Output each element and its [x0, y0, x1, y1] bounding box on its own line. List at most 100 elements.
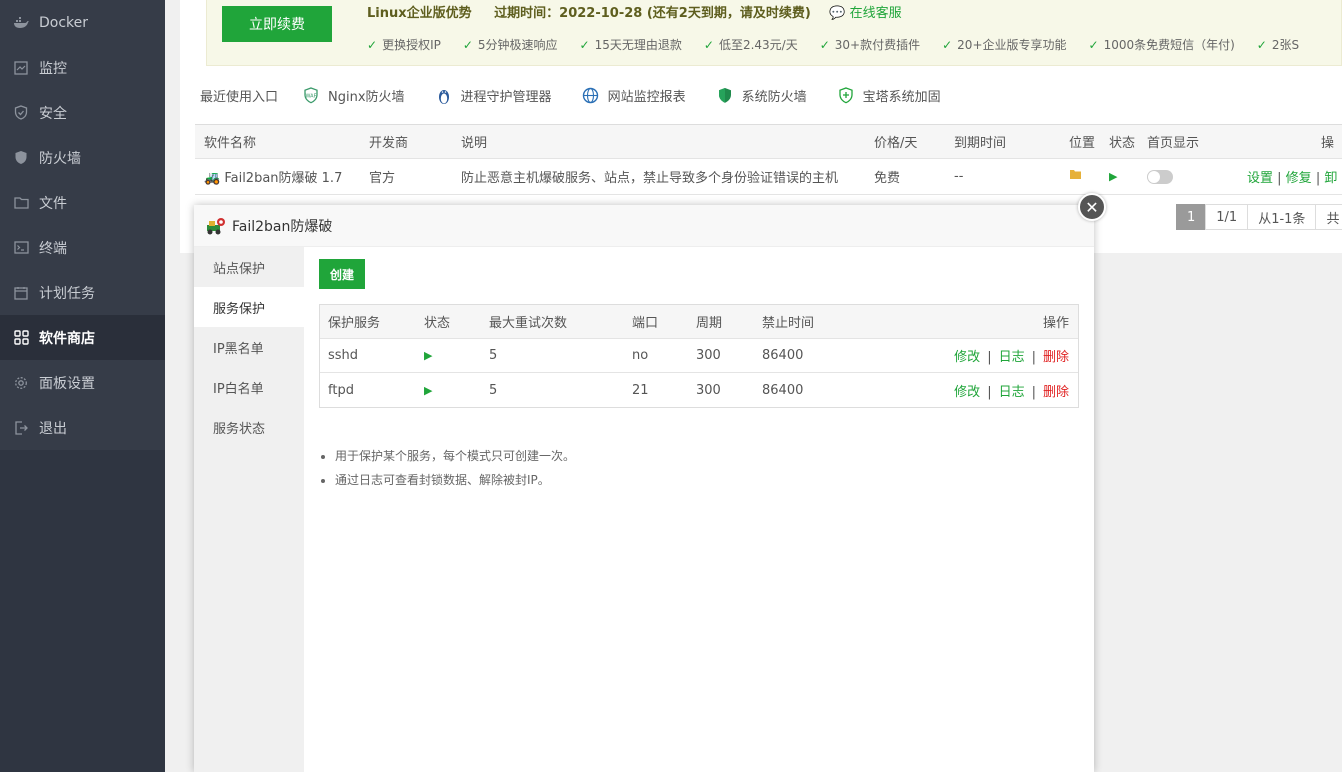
homepage-toggle[interactable] — [1138, 169, 1238, 184]
col-location: 位置 — [1069, 136, 1096, 151]
delete-link[interactable]: 删除 — [1043, 385, 1069, 400]
recent-item-site-monitor[interactable]: 网站监控报表 — [582, 86, 686, 105]
shield-icon — [12, 104, 30, 122]
sidebar-item-monitor[interactable]: 监控 — [0, 45, 165, 90]
tab-service-status[interactable]: 服务状态 — [194, 407, 304, 447]
customer-service-label: 在线客服 — [849, 6, 902, 21]
vendor-cell: 官方 — [369, 171, 396, 186]
fail2ban-icon — [206, 217, 226, 235]
running-status-icon[interactable]: ▶ — [1100, 169, 1138, 184]
ops-separator: | — [987, 384, 992, 400]
recent-entries: 最近使用入口 WAF Nginx防火墙 进程守护管理器 网站监控报表 系统防火墙… — [200, 86, 971, 105]
recent-item-system-hardening[interactable]: 宝塔系统加固 — [837, 86, 941, 105]
ban-cell: 86400 — [762, 348, 804, 363]
tab-site-protection[interactable]: 站点保护 — [194, 247, 304, 287]
sidebar-item-logout[interactable]: 退出 — [0, 405, 165, 450]
repair-link[interactable]: 修复 — [1286, 171, 1312, 186]
sidebar-item-files[interactable]: 文件 — [0, 180, 165, 225]
modal-content: 创建 保护服务 状态 最大重试次数 端口 周期 禁止时间 操作 sshd ▶ 5… — [319, 259, 1079, 492]
close-icon: ✕ — [1085, 197, 1099, 217]
sidebar-item-label: 退出 — [39, 420, 67, 437]
settings-link[interactable]: 设置 — [1247, 171, 1273, 186]
feature-item: 更换授权IP — [367, 36, 441, 53]
penguin-icon — [435, 87, 453, 105]
feature-item: 20+企业版专享功能 — [942, 36, 1066, 53]
tab-ip-blacklist[interactable]: IP黑名单 — [194, 327, 304, 367]
uninstall-link[interactable]: 卸 — [1324, 171, 1337, 186]
renew-button[interactable]: 立即续费 — [222, 6, 332, 42]
fail2ban-modal: Fail2ban防爆破 站点保护 服务保护 IP黑名单 IP白名单 服务状态 创… — [194, 205, 1094, 772]
software-table: 软件名称 开发商 说明 价格/天 到期时间 位置 状态 首页显示 操 🚜 Fai… — [195, 124, 1342, 195]
feature-item: 低至2.43元/天 — [704, 36, 798, 53]
sidebar-item-label: 防火墙 — [39, 150, 81, 167]
software-name-cell: 🚜 Fail2ban防爆破 1.7 — [195, 167, 360, 186]
page-count: 1/1 — [1205, 204, 1249, 230]
feature-item: 30+款付费插件 — [820, 36, 920, 53]
recent-item-label: 进程守护管理器 — [460, 90, 552, 105]
page-total: 共 — [1315, 204, 1342, 230]
col-homepage: 首页显示 — [1147, 136, 1200, 151]
sidebar-item-firewall[interactable]: 防火墙 — [0, 135, 165, 180]
delete-link[interactable]: 删除 — [1043, 350, 1069, 365]
modal-close-button[interactable]: ✕ — [1078, 193, 1106, 221]
status-running-icon[interactable]: ▶ — [424, 383, 489, 398]
firewall-icon — [12, 149, 30, 167]
edit-link[interactable]: 修改 — [954, 385, 980, 400]
col-price: 价格/天 — [874, 136, 918, 151]
edit-link[interactable]: 修改 — [954, 350, 980, 365]
recent-item-system-firewall[interactable]: 系统防火墙 — [716, 86, 807, 105]
ops-cell: 修改 | 日志 | 删除 — [872, 381, 1078, 400]
help-note: 用于保护某个服务，每个模式只可创建一次。 — [335, 444, 1079, 468]
page-range: 从1-1条 — [1247, 204, 1317, 230]
sidebar-item-label: 安全 — [39, 105, 67, 122]
table-header: 保护服务 状态 最大重试次数 端口 周期 禁止时间 操作 — [320, 305, 1078, 339]
recent-item-process-guard[interactable]: 进程守护管理器 — [435, 86, 552, 105]
col-port: 端口 — [632, 316, 659, 331]
sidebar-item-label: 终端 — [39, 240, 67, 257]
shield-check-icon — [716, 87, 734, 105]
open-folder-icon[interactable] — [1060, 169, 1100, 184]
sidebar-item-label: 监控 — [39, 60, 67, 77]
customer-service-link[interactable]: 💬 在线客服 — [829, 6, 901, 21]
ban-cell: 86400 — [762, 382, 804, 398]
log-link[interactable]: 日志 — [999, 350, 1025, 365]
page-current[interactable]: 1 — [1176, 204, 1207, 230]
sidebar-item-software-store[interactable]: 软件商店 — [0, 315, 165, 360]
promo-heading: Linux企业版优势 — [367, 6, 472, 21]
tab-service-protection[interactable]: 服务保护 — [194, 287, 304, 327]
log-link[interactable]: 日志 — [999, 385, 1025, 400]
feature-item: 5分钟极速响应 — [463, 36, 558, 53]
fail2ban-icon: 🚜 — [204, 171, 221, 186]
software-name: Fail2ban防爆破 1.7 — [224, 171, 343, 186]
ops-cell: 修改 | 日志 | 删除 — [872, 346, 1078, 365]
enterprise-promo-banner: 立即续费 Linux企业版优势 过期时间：2022-10-28 (还有2天到期，… — [206, 0, 1342, 66]
sidebar-item-docker[interactable]: Docker — [0, 0, 165, 45]
help-notes: 用于保护某个服务，每个模式只可创建一次。 通过日志可查看封锁数据、解除被封IP。 — [319, 444, 1079, 492]
retries-cell: 5 — [489, 382, 498, 398]
ops-separator: | — [1031, 384, 1036, 400]
col-period: 周期 — [696, 316, 723, 331]
recent-item-label: 系统防火墙 — [741, 90, 807, 105]
sidebar-item-terminal[interactable]: 终端 — [0, 225, 165, 270]
sidebar-item-security[interactable]: 安全 — [0, 90, 165, 135]
modal-tabs: 站点保护 服务保护 IP黑名单 IP白名单 服务状态 — [194, 247, 304, 772]
col-status: 状态 — [424, 316, 451, 331]
table-row[interactable]: 🚜 Fail2ban防爆破 1.7 官方 防止恶意主机爆破服务、站点，禁止导致多… — [195, 159, 1342, 195]
sidebar-item-cron[interactable]: 计划任务 — [0, 270, 165, 315]
col-ban-time: 禁止时间 — [762, 316, 815, 331]
col-ops: 操作 — [1042, 316, 1069, 331]
sidebar-item-label: 面板设置 — [39, 375, 95, 392]
recent-item-nginx-firewall[interactable]: WAF Nginx防火墙 — [302, 86, 405, 105]
sidebar-item-label: Docker — [39, 14, 89, 31]
terminal-icon — [12, 239, 30, 257]
expire-cell: -- — [954, 169, 964, 184]
logout-icon — [12, 419, 30, 437]
status-running-icon[interactable]: ▶ — [424, 348, 489, 363]
sidebar-item-panel-settings[interactable]: 面板设置 — [0, 360, 165, 405]
retries-cell: 5 — [489, 348, 498, 363]
tab-ip-whitelist[interactable]: IP白名单 — [194, 367, 304, 407]
create-button[interactable]: 创建 — [319, 259, 365, 289]
folder-icon — [12, 194, 30, 212]
sidebar-item-label: 软件商店 — [39, 330, 95, 347]
col-ops: 操 — [1320, 136, 1334, 151]
